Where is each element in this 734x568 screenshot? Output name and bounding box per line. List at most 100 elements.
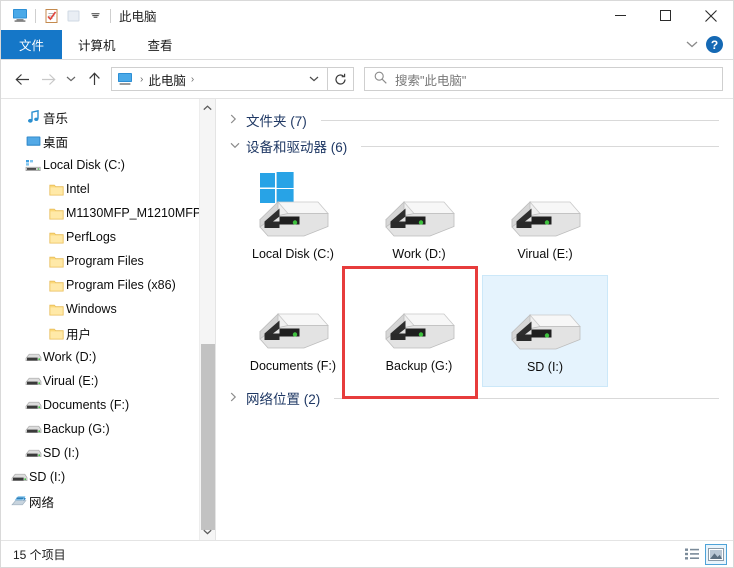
scroll-up-arrow-icon[interactable] [200,99,215,116]
tab-view[interactable]: 查看 [132,30,189,59]
sidebar-item-12[interactable]: Documents (F:) [1,393,215,417]
title-bar: 此电脑 [1,1,733,30]
qat-divider-2 [110,8,111,23]
sidebar-item-label: M1130MFP_M1210MFP [66,206,202,220]
sidebar-item-9[interactable]: 用户 [1,321,215,345]
drive-label: Local Disk (C:) [252,247,334,261]
sidebar-item-label: Backup (G:) [43,422,110,436]
sidebar-item-13[interactable]: Backup (G:) [1,417,215,441]
explorer-body: 音乐 桌面 Local Disk (C:) Intel M1130MFP_M1210MF… [1,98,733,540]
search-input[interactable]: 搜索"此电脑" [364,67,723,91]
sidebar-item-label: PerfLogs [66,230,117,244]
scroll-down-arrow-icon[interactable] [200,523,215,540]
sidebar-item-label: Work (D:) [43,350,97,364]
breadcrumb-dropdown-caret-icon[interactable] [309,74,325,85]
network-icon [9,494,29,508]
tab-file[interactable]: 文件 [1,30,63,59]
file-explorer-window: 此电脑 文件 计算机 查看 ? › 此电脑 › 搜索"此电脑" 音乐 桌面 Lo… [0,0,734,568]
sidebar-item-7[interactable]: Program Files (x86) [1,273,215,297]
sidebar-scrollbar[interactable] [199,99,215,540]
up-button[interactable] [81,66,107,92]
sidebar-item-1[interactable]: 桌面 [1,129,215,153]
navigation-tree: 音乐桌面 Local Disk (C:) Intel M1130MFP_M1210MF… [1,99,215,513]
sidebar-item-14[interactable]: SD (I:) [1,441,215,465]
close-button[interactable] [688,1,733,30]
group-title-network[interactable]: 网络位置 (2) [246,388,320,408]
drive-tile-5[interactable]: SD (I:) [482,275,608,387]
navigation-pane: 音乐桌面 Local Disk (C:) Intel M1130MFP_M1210MF… [1,99,215,540]
drive-tile-2[interactable]: Virual (E:) [482,163,608,275]
sidebar-item-label: Program Files (x86) [66,278,176,292]
refresh-button[interactable] [328,67,354,91]
sidebar-item-16[interactable]: 网络 [1,489,215,513]
group-header-devices[interactable]: 设备和驱动器 (6) [230,133,723,159]
recent-locations-button[interactable] [61,66,81,92]
drive-label: Work (D:) [392,247,446,261]
breadcrumb-this-pc-icon[interactable] [117,71,135,87]
sidebar-item-label: Intel [66,182,90,196]
drive-tile-4[interactable]: Backup (G:) [356,275,482,387]
tab-computer[interactable]: 计算机 [62,30,132,59]
maximize-button[interactable] [643,1,688,30]
properties-icon[interactable] [40,5,62,27]
drive-icon [380,171,458,243]
breadcrumb-this-pc-label[interactable]: 此电脑 [148,70,186,89]
ribbon-tab-bar: 文件 计算机 查看 ? [1,30,733,60]
drive-icon [23,375,43,387]
drive-icon [506,171,584,243]
hdd-icon [23,159,43,172]
group-header-network[interactable]: 网络位置 (2) [230,385,723,411]
expand-ribbon-chevron-icon[interactable] [686,39,698,51]
sidebar-item-label: 网络 [29,495,55,510]
details-view-button[interactable] [681,544,703,565]
sidebar-item-2[interactable]: Local Disk (C:) [1,153,215,177]
item-count-label: 15 个项目 [13,547,66,562]
address-bar: › 此电脑 › 搜索"此电脑" [1,60,733,98]
sidebar-item-label: SD (I:) [43,446,80,460]
breadcrumb[interactable]: › 此电脑 › [111,67,328,91]
sidebar-item-5[interactable]: PerfLogs [1,225,215,249]
chevron-right-icon[interactable] [230,114,240,127]
group-header-folders[interactable]: 文件夹 (7) [230,107,723,133]
forward-button[interactable] [35,66,61,92]
drive-icon [380,283,458,355]
system-drive-icon [254,171,332,243]
file-list-pane: 文件夹 (7) 设备和驱动器 (6) Local Disk (C:) Work (… [215,99,733,540]
new-folder-icon[interactable] [62,5,84,27]
sidebar-item-label: Virual (E:) [43,374,99,388]
drive-tile-1[interactable]: Work (D:) [356,163,482,275]
drive-label: Backup (G:) [385,359,453,373]
group-divider-devices [361,145,719,147]
minimize-button[interactable] [598,1,643,30]
help-icon[interactable]: ? [706,36,723,53]
search-icon [374,71,387,87]
sidebar-item-15[interactable]: SD (I:) [1,465,215,489]
scrollbar-thumb[interactable] [201,344,215,530]
sidebar-item-0[interactable]: 音乐 [1,105,215,129]
sidebar-item-11[interactable]: Virual (E:) [1,369,215,393]
sidebar-item-4[interactable]: M1130MFP_M1210MFP [1,201,215,225]
drive-tile-3[interactable]: Documents (F:) [230,275,356,387]
window-title: 此电脑 [119,10,157,24]
sidebar-item-10[interactable]: Work (D:) [1,345,215,369]
sidebar-item-6[interactable]: Program Files [1,249,215,273]
drive-icon [23,447,43,459]
quick-access-toolbar [9,5,115,27]
group-title-devices[interactable]: 设备和驱动器 (6) [246,136,347,156]
chevron-right-icon-network[interactable] [230,392,240,405]
breadcrumb-separator-1[interactable]: › [135,74,148,85]
sidebar-item-8[interactable]: Windows [1,297,215,321]
this-pc-icon[interactable] [9,5,31,27]
sidebar-item-label: 音乐 [43,111,69,126]
back-button[interactable] [9,66,35,92]
customize-qat-caret[interactable] [84,5,106,27]
chevron-down-icon[interactable] [230,140,240,152]
breadcrumb-separator-2[interactable]: › [186,74,199,85]
sidebar-item-label: Documents (F:) [43,398,130,412]
folder-icon [46,183,66,196]
drive-tile-0[interactable]: Local Disk (C:) [230,163,356,275]
folder-icon [46,207,66,220]
large-icons-view-button[interactable] [705,543,727,565]
group-title-folders[interactable]: 文件夹 (7) [246,110,307,130]
sidebar-item-3[interactable]: Intel [1,177,215,201]
